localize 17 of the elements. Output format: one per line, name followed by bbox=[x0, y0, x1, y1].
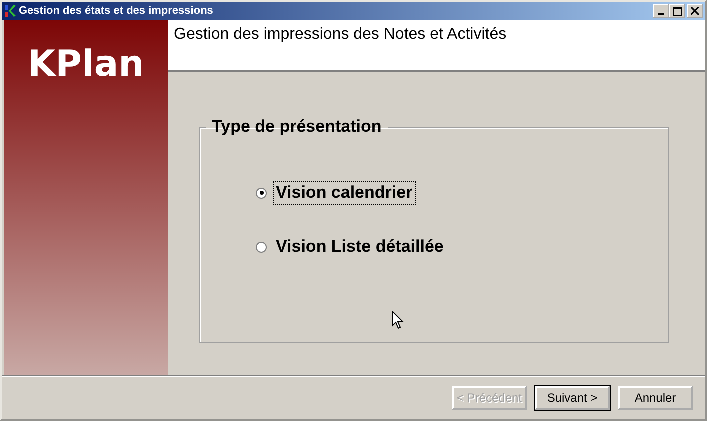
close-button[interactable] bbox=[687, 4, 703, 18]
wizard-button[interactable]: Annuler bbox=[618, 386, 693, 410]
maximize-icon bbox=[672, 6, 682, 16]
close-icon bbox=[691, 7, 699, 15]
group-title: Type de présentation bbox=[211, 117, 383, 137]
option-label[interactable]: Vision calendrier bbox=[273, 181, 416, 205]
minimize-button[interactable] bbox=[653, 4, 669, 18]
option-label[interactable]: Vision Liste détaillée bbox=[273, 235, 447, 259]
wizard-button[interactable]: Suivant > bbox=[535, 386, 610, 410]
page-title: Gestion des impressions des Notes et Activités bbox=[174, 26, 507, 43]
maximize-button[interactable] bbox=[669, 4, 685, 18]
window-title: Gestion des états et des impressions bbox=[19, 5, 214, 17]
logo: KPlan bbox=[28, 44, 144, 87]
radio-button[interactable] bbox=[256, 242, 267, 252]
app-icon bbox=[4, 4, 16, 18]
radio-button[interactable] bbox=[256, 188, 267, 198]
cursor-icon bbox=[392, 311, 404, 331]
